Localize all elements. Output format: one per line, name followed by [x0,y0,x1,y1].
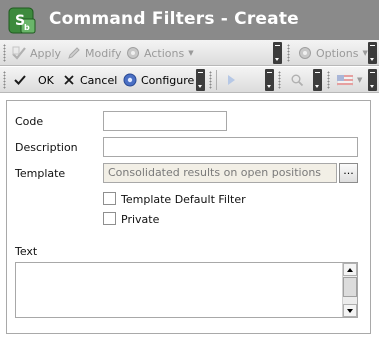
apply-button[interactable]: Apply [11,40,61,66]
language-menu-button[interactable]: ▼ [337,67,362,93]
vertical-scrollbar[interactable] [342,263,357,317]
configure-gear-icon [123,73,137,87]
toolbar-overflow-button[interactable] [265,69,274,91]
title-bar: S b Command Filters - Create [0,0,379,40]
template-browse-button[interactable]: ... [339,163,358,183]
actions-label: Actions [144,46,185,60]
text-label: Text [15,245,38,258]
toolbar-overflow-button[interactable] [196,69,205,91]
zoom-button[interactable] [290,67,304,93]
chevron-down-icon: ▼ [188,49,194,57]
configure-label: Configure [141,73,195,87]
svg-text:b: b [24,23,30,32]
description-label: Description [15,141,78,154]
toolbar-grip[interactable] [278,71,281,89]
apply-label: Apply [30,46,62,60]
form-toolbar: OK Cancel Configure ▼ [0,67,379,93]
play-button[interactable] [226,67,236,93]
magnifier-icon [291,74,304,87]
apply-icon [12,46,26,60]
options-menu-button[interactable]: Options ▼ [297,40,368,66]
scroll-up-button[interactable] [343,263,357,276]
cancel-button[interactable]: Cancel [63,67,117,93]
gear-icon [127,47,139,59]
checkmark-icon [14,75,26,85]
cancel-label: Cancel [80,73,118,87]
close-icon [64,75,74,85]
flag-icon [337,74,353,86]
ok-label: OK [38,73,54,87]
template-default-filter-checkbox[interactable] [103,192,116,205]
toolbar-grip[interactable] [287,44,290,62]
code-label: Code [15,115,44,128]
form-panel: Code Description Template Consolidated r… [6,100,371,334]
configure-button[interactable]: Configure [122,67,194,93]
text-area[interactable] [15,262,358,318]
gear-icon [299,47,311,59]
scroll-thumb[interactable] [343,277,357,297]
toolbar-overflow-button[interactable] [368,69,377,91]
modify-label: Modify [85,46,122,60]
toolbar-overflow-button[interactable] [368,42,377,64]
toolbar-grip[interactable] [3,44,6,62]
toolbar-grip[interactable] [327,71,330,89]
code-field[interactable] [103,111,227,131]
template-label: Template [15,167,66,180]
template-field[interactable]: Consolidated results on open positions [103,163,337,183]
modify-button[interactable]: Modify [66,40,121,66]
description-field[interactable] [103,137,358,157]
toolbar-grip[interactable] [3,71,6,89]
scroll-down-button[interactable] [343,304,357,317]
template-default-filter-label: Template Default Filter [121,193,246,206]
private-label: Private [121,213,160,226]
toolbar-separator [216,70,217,90]
toolbar-overflow-button[interactable] [273,42,282,64]
ok-button[interactable]: OK [13,67,54,93]
actions-toolbar: Apply Modify Actions ▼ Options ▼ [0,40,379,66]
window-title: Command Filters - Create [49,9,299,29]
app-logo-icon: S b [8,7,36,34]
private-checkbox[interactable] [103,212,116,225]
chevron-down-icon: ▼ [357,76,363,84]
toolbar-grip[interactable] [209,71,212,89]
modify-icon [68,47,80,59]
toolbar-overflow-button[interactable] [313,69,322,91]
actions-menu-button[interactable]: Actions ▼ [125,40,194,66]
options-label: Options [316,46,359,60]
play-icon [228,75,235,85]
